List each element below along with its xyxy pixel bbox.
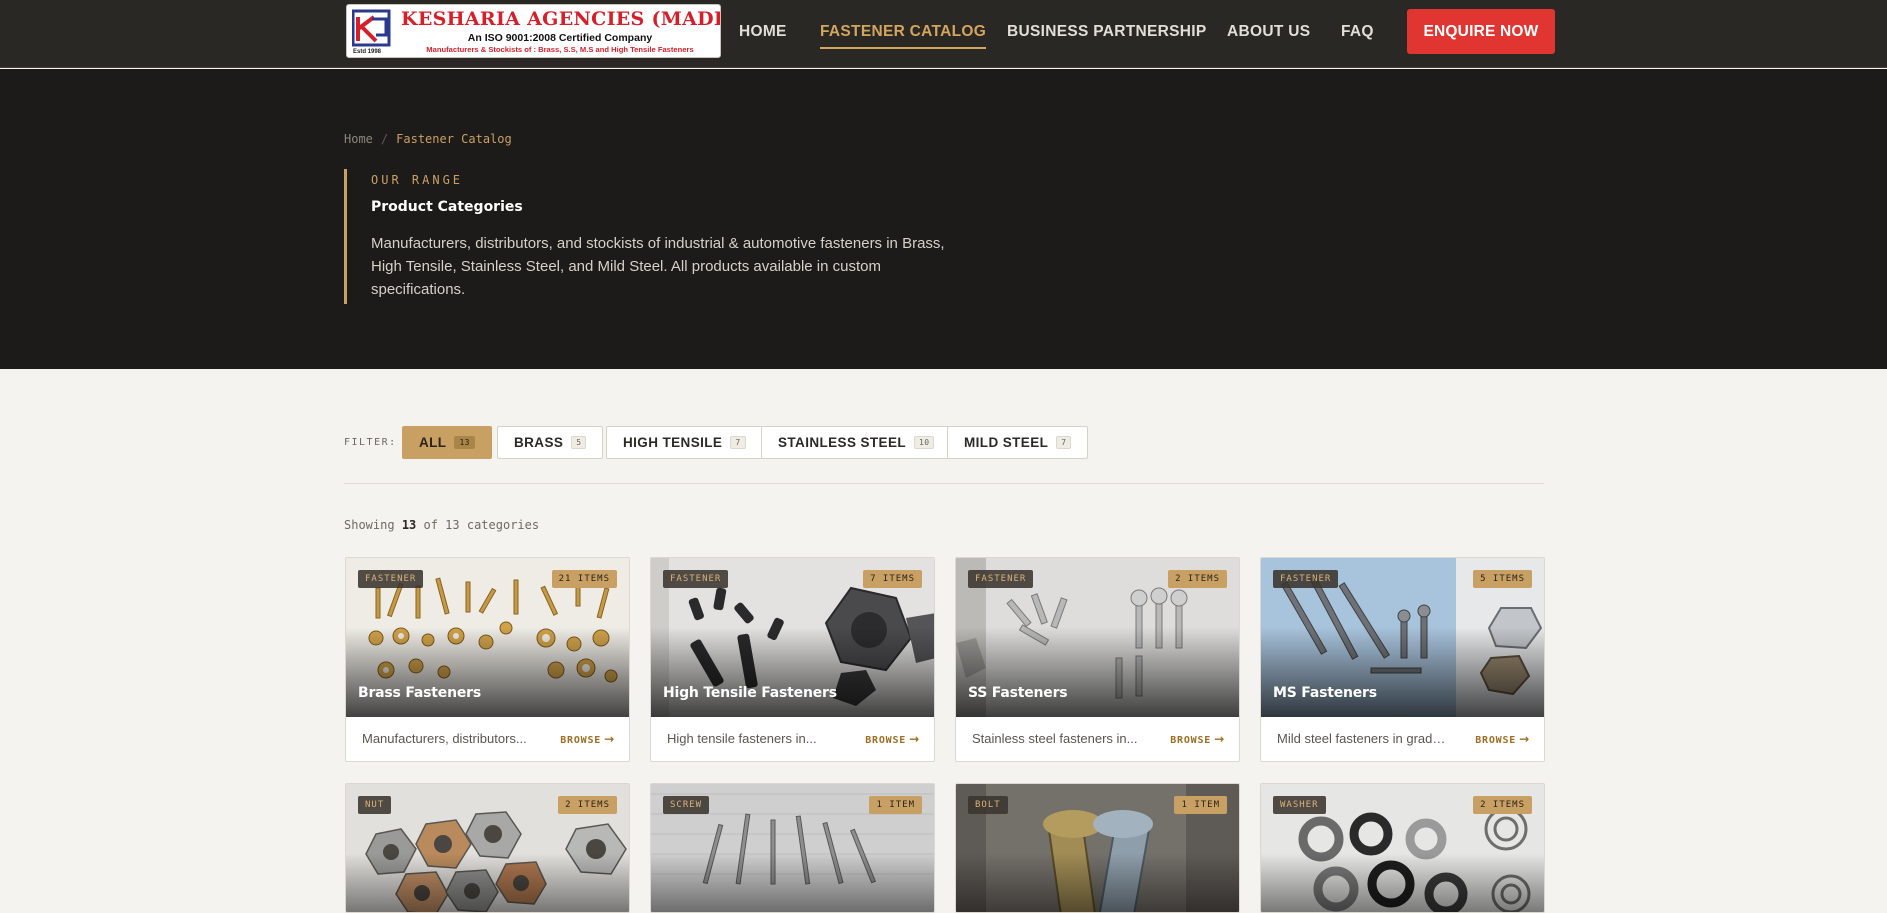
- filter-chip-all[interactable]: ALL 13: [402, 426, 492, 459]
- card-tag: WASHER: [1273, 796, 1326, 814]
- nav-business-partnership[interactable]: BUSINESS PARTNERSHIP: [1007, 23, 1207, 41]
- browse-link[interactable]: BROWSE →: [1475, 732, 1530, 746]
- filter-chip-label: STAINLESS STEEL: [778, 435, 907, 450]
- results-prefix: Showing: [344, 518, 395, 532]
- logo-established: Estd 1998: [353, 49, 382, 55]
- card-item-count: 1 ITEM: [1174, 796, 1227, 814]
- filter-chip-stainless-steel[interactable]: STAINLESS STEEL 10: [761, 426, 952, 459]
- card-tag: BOLT: [968, 796, 1008, 814]
- browse-label: BROWSE: [1170, 735, 1212, 746]
- category-card-bolt[interactable]: BOLT 1 ITEM: [955, 783, 1240, 913]
- card-tag: NUT: [358, 796, 392, 814]
- card-item-count: 2 ITEMS: [1473, 796, 1532, 814]
- filter-chip-label: HIGH TENSILE: [623, 435, 723, 450]
- filter-chip-count: 7: [730, 436, 746, 449]
- filter-chip-label: ALL: [419, 435, 447, 450]
- top-navigation: Estd 1998 KESHARIA AGENCIES (MADRAS) An …: [0, 0, 1887, 68]
- card-footer: Mild steel fasteners in grade... BROWSE →: [1261, 717, 1544, 761]
- hero-eyebrow: OUR RANGE: [371, 173, 464, 187]
- page-title: Product Categories: [371, 199, 523, 215]
- card-tag: FASTENER: [663, 570, 729, 588]
- filter-label: FILTER:: [344, 437, 397, 448]
- arrow-right-icon: →: [909, 732, 920, 746]
- results-count: Showing 13 of 13 categories: [344, 518, 539, 532]
- filter-chip-high-tensile[interactable]: HIGH TENSILE 7: [606, 426, 763, 459]
- logo-title: KESHARIA AGENCIES (MADRAS): [401, 8, 720, 30]
- card-tag: FASTENER: [968, 570, 1034, 588]
- results-shown: 13: [401, 518, 417, 532]
- browse-link[interactable]: BROWSE →: [560, 732, 615, 746]
- category-card-screw[interactable]: SCREW 1 ITEM: [650, 783, 935, 913]
- hero-description: Manufacturers, distributors, and stockis…: [371, 235, 945, 298]
- filter-chip-mild-steel[interactable]: MILD STEEL 7: [947, 426, 1089, 459]
- filter-chip-brass[interactable]: BRASS 5: [497, 426, 604, 459]
- card-title: Brass Fasteners: [358, 685, 481, 701]
- browse-label: BROWSE: [560, 735, 602, 746]
- card-title: High Tensile Fasteners: [663, 685, 837, 701]
- category-card-ss[interactable]: FASTENER 2 ITEMS SS Fasteners Stainless …: [955, 557, 1240, 762]
- filter-chip-count: 10: [914, 436, 935, 449]
- logo-mark-icon: [352, 9, 391, 47]
- filter-divider: [344, 483, 1544, 484]
- nav-fastener-catalog[interactable]: FASTENER CATALOG: [820, 23, 987, 49]
- card-item-count: 5 ITEMS: [1473, 570, 1532, 588]
- filter-chip-count: 5: [571, 436, 587, 449]
- card-item-count: 2 ITEMS: [1168, 570, 1227, 588]
- browse-label: BROWSE: [1475, 735, 1517, 746]
- card-footer: Manufacturers, distributors... BROWSE →: [346, 717, 629, 761]
- card-description: Stainless steel fasteners in...: [972, 731, 1138, 746]
- breadcrumb-home[interactable]: Home: [344, 132, 373, 146]
- card-item-count: 1 ITEM: [869, 796, 922, 814]
- company-logo[interactable]: Estd 1998 KESHARIA AGENCIES (MADRAS) An …: [346, 4, 721, 58]
- filter-chip-label: MILD STEEL: [964, 435, 1049, 450]
- category-card-ms[interactable]: FASTENER 5 ITEMS MS Fasteners Mild steel…: [1260, 557, 1545, 762]
- category-card-high-tensile[interactable]: FASTENER 7 ITEMS High Tensile Fasteners …: [650, 557, 935, 762]
- card-title: MS Fasteners: [1273, 685, 1377, 701]
- arrow-right-icon: →: [1214, 732, 1225, 746]
- logo-tagline: Manufacturers & Stockists of : Brass, S.…: [426, 45, 694, 54]
- card-tag: FASTENER: [358, 570, 424, 588]
- browse-link[interactable]: BROWSE →: [865, 732, 920, 746]
- nav-faq[interactable]: FAQ: [1341, 23, 1374, 41]
- results-suffix: of 13 categories: [423, 518, 540, 532]
- card-item-count: 21 ITEMS: [551, 570, 617, 588]
- category-card-brass[interactable]: FASTENER 21 ITEMS Brass Fasteners Manufa…: [345, 557, 630, 762]
- card-tag: SCREW: [663, 796, 710, 814]
- card-item-count: 2 ITEMS: [558, 796, 617, 814]
- hero-intro: OUR RANGE Product Categories Manufacture…: [344, 169, 964, 304]
- card-footer: Stainless steel fasteners in... BROWSE →: [956, 717, 1239, 761]
- breadcrumb-current: Fastener Catalog: [396, 132, 512, 146]
- card-footer: High tensile fasteners in... BROWSE →: [651, 717, 934, 761]
- breadcrumb-separator: /: [380, 132, 389, 146]
- hero-section: Home / Fastener Catalog OUR RANGE Product …: [0, 69, 1887, 369]
- nav-home[interactable]: HOME: [739, 23, 787, 41]
- arrow-right-icon: →: [604, 732, 615, 746]
- browse-link[interactable]: BROWSE →: [1170, 732, 1225, 746]
- card-description: High tensile fasteners in...: [667, 731, 817, 746]
- category-card-washer[interactable]: WASHER 2 ITEMS: [1260, 783, 1545, 913]
- filter-chip-count: 13: [454, 436, 475, 449]
- filter-chip-label: BRASS: [514, 435, 564, 450]
- breadcrumb: Home / Fastener Catalog: [344, 132, 512, 146]
- card-item-count: 7 ITEMS: [863, 570, 922, 588]
- card-title: SS Fasteners: [968, 685, 1068, 701]
- browse-label: BROWSE: [865, 735, 907, 746]
- card-description: Manufacturers, distributors...: [362, 731, 527, 746]
- filter-chip-count: 7: [1056, 436, 1072, 449]
- nav-about-us[interactable]: ABOUT US: [1227, 23, 1310, 41]
- card-tag: FASTENER: [1273, 570, 1339, 588]
- arrow-right-icon: →: [1519, 732, 1530, 746]
- enquire-now-button[interactable]: ENQUIRE NOW: [1407, 9, 1555, 54]
- category-card-nut[interactable]: NUT 2 ITEMS: [345, 783, 630, 913]
- logo-subtitle: An ISO 9001:2008 Certified Company: [467, 32, 653, 44]
- card-description: Mild steel fasteners in grade...: [1277, 731, 1447, 746]
